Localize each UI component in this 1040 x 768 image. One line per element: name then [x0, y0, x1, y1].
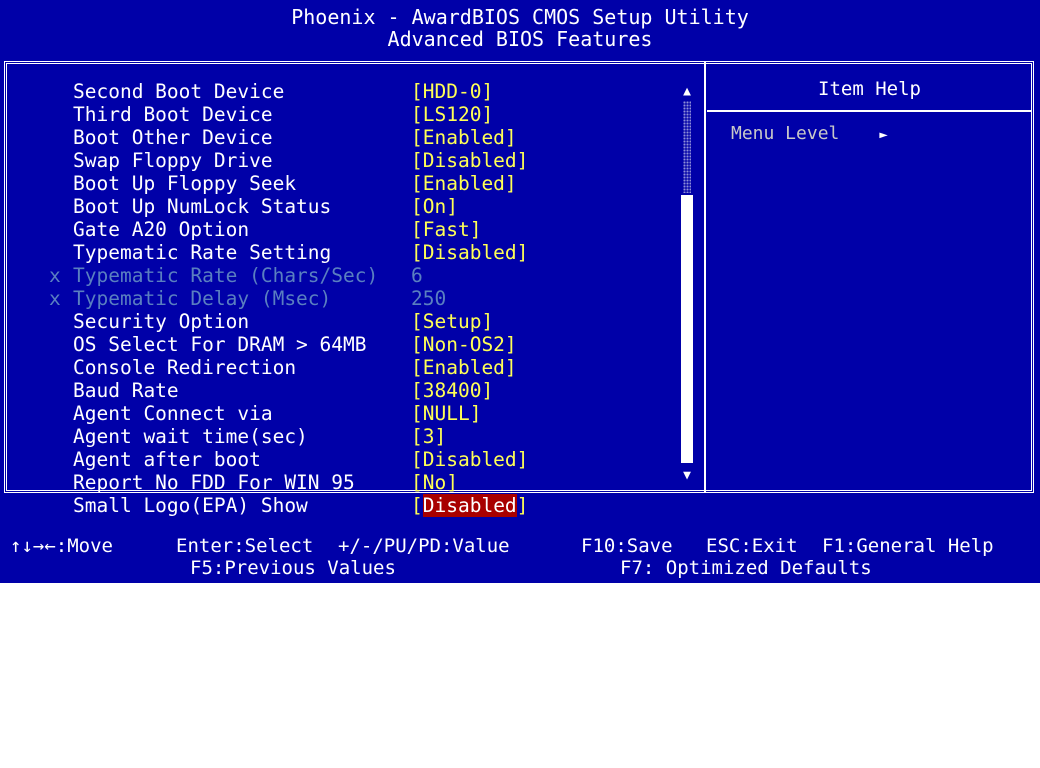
setting-label: Typematic Rate (Chars/Sec) — [73, 264, 379, 287]
setting-value: 250 — [411, 287, 447, 310]
setting-value[interactable]: [No] — [411, 471, 458, 494]
setting-value[interactable]: [Disabled] — [411, 494, 528, 517]
key-select: Enter:Select — [176, 535, 314, 557]
setting-label: Report No FDD For WIN 95 — [73, 471, 355, 494]
header: Phoenix - AwardBIOS CMOS Setup Utility A… — [0, 0, 1040, 60]
key-help-footer: ↑↓→←:Move Enter:Select +/-/PU/PD:Value F… — [0, 528, 1040, 583]
setting-value[interactable]: [On] — [411, 195, 458, 218]
setting-security-option[interactable]: Security Option [Setup] — [0, 310, 700, 333]
setting-label: Second Boot Device — [73, 80, 285, 103]
scroll-up-icon[interactable]: ▲ — [680, 85, 694, 99]
setting-value[interactable]: [Enabled] — [411, 172, 517, 195]
setting-value[interactable]: [Disabled] — [411, 149, 528, 172]
bracket-open: [ — [411, 494, 423, 517]
setting-label: Console Redirection — [73, 356, 297, 379]
setting-label: Baud Rate — [73, 379, 179, 402]
bracket-close: ] — [516, 494, 529, 517]
bios-title: Phoenix - AwardBIOS CMOS Setup Utility — [291, 5, 749, 29]
scrollbar[interactable]: ▲ ▼ — [680, 85, 694, 483]
setting-value[interactable]: [Disabled] — [411, 241, 528, 264]
arrow-right-icon: ► — [879, 127, 888, 143]
setting-small-logo-show[interactable]: Small Logo(EPA) Show [Disabled] — [0, 494, 700, 517]
setting-label: Typematic Rate Setting — [73, 241, 332, 264]
setting-label: Agent wait time(sec) — [73, 425, 308, 448]
setting-value[interactable]: [38400] — [411, 379, 493, 402]
setting-report-no-fdd[interactable]: Report No FDD For WIN 95 [No] — [0, 471, 700, 494]
setting-value[interactable]: [Non-OS2] — [411, 333, 517, 356]
setting-gate-a20-option[interactable]: Gate A20 Option [Fast] — [0, 218, 700, 241]
scroll-track[interactable] — [683, 101, 691, 193]
selected-value-highlight[interactable]: Disabled — [422, 494, 517, 517]
setting-boot-other-device[interactable]: Boot Other Device [Enabled] — [0, 126, 700, 149]
menu-level: Menu Level ► — [731, 123, 888, 144]
scroll-down-icon[interactable]: ▼ — [680, 469, 694, 483]
setting-value[interactable]: [HDD-0] — [411, 80, 493, 103]
settings-list: Second Boot Device [HDD-0] Third Boot De… — [0, 80, 700, 517]
page-title: Advanced BIOS Features — [387, 27, 653, 51]
setting-value[interactable]: [NULL] — [411, 402, 481, 425]
bios-screen: Phoenix - AwardBIOS CMOS Setup Utility A… — [0, 0, 1040, 583]
scroll-thumb[interactable] — [681, 195, 693, 463]
key-help: F1:General Help — [822, 535, 994, 557]
setting-boot-up-floppy-seek[interactable]: Boot Up Floppy Seek [Enabled] — [0, 172, 700, 195]
key-exit: ESC:Exit — [706, 535, 798, 557]
setting-numlock-status[interactable]: Boot Up NumLock Status [On] — [0, 195, 700, 218]
setting-value[interactable]: [3] — [411, 425, 446, 448]
key-save: F10:Save — [581, 535, 673, 557]
setting-label: Typematic Delay (Msec) — [73, 287, 332, 310]
setting-console-redirection[interactable]: Console Redirection [Enabled] — [0, 356, 700, 379]
setting-label: Boot Up NumLock Status — [73, 195, 332, 218]
setting-label: Gate A20 Option — [73, 218, 250, 241]
help-title: Item Help — [818, 78, 921, 100]
setting-value[interactable]: [Enabled] — [411, 126, 517, 149]
setting-label: Security Option — [73, 310, 250, 333]
setting-swap-floppy-drive[interactable]: Swap Floppy Drive [Disabled] — [0, 149, 700, 172]
setting-label: Swap Floppy Drive — [73, 149, 273, 172]
setting-third-boot-device[interactable]: Third Boot Device [LS120] — [0, 103, 700, 126]
menu-level-label: Menu Level — [731, 123, 840, 144]
help-divider — [707, 110, 1032, 112]
setting-label: Third Boot Device — [73, 103, 273, 126]
disabled-mark: x — [49, 264, 61, 287]
setting-agent-after-boot[interactable]: Agent after boot [Disabled] — [0, 448, 700, 471]
setting-value[interactable]: [Fast] — [411, 218, 481, 241]
setting-value[interactable]: [Enabled] — [411, 356, 517, 379]
disabled-mark: x — [49, 287, 61, 310]
setting-label: Agent Connect via — [73, 402, 273, 425]
setting-agent-connect-via[interactable]: Agent Connect via [NULL] — [0, 402, 700, 425]
key-optimized-defaults: F7: Optimized Defaults — [620, 557, 872, 579]
setting-value[interactable]: [Setup] — [411, 310, 493, 333]
setting-second-boot-device[interactable]: Second Boot Device [HDD-0] — [0, 80, 700, 103]
setting-value[interactable]: [LS120] — [411, 103, 493, 126]
setting-value[interactable]: [Disabled] — [411, 448, 528, 471]
setting-value: 6 — [411, 264, 423, 287]
setting-label: OS Select For DRAM > 64MB — [73, 333, 367, 356]
setting-label: Agent after boot — [73, 448, 261, 471]
key-previous-values: F5:Previous Values — [190, 557, 396, 579]
setting-typematic-delay: x Typematic Delay (Msec) 250 — [0, 287, 700, 310]
setting-os-select[interactable]: OS Select For DRAM > 64MB [Non-OS2] — [0, 333, 700, 356]
setting-label: Small Logo(EPA) Show — [73, 494, 308, 517]
setting-typematic-rate-setting[interactable]: Typematic Rate Setting [Disabled] — [0, 241, 700, 264]
setting-agent-wait-time[interactable]: Agent wait time(sec) [3] — [0, 425, 700, 448]
setting-label: Boot Up Floppy Seek — [73, 172, 297, 195]
key-move: ↑↓→←:Move — [10, 535, 113, 557]
setting-baud-rate[interactable]: Baud Rate [38400] — [0, 379, 700, 402]
key-value: +/-/PU/PD:Value — [338, 535, 510, 557]
setting-typematic-rate: x Typematic Rate (Chars/Sec) 6 — [0, 264, 700, 287]
panel-divider — [704, 61, 706, 493]
setting-label: Boot Other Device — [73, 126, 273, 149]
